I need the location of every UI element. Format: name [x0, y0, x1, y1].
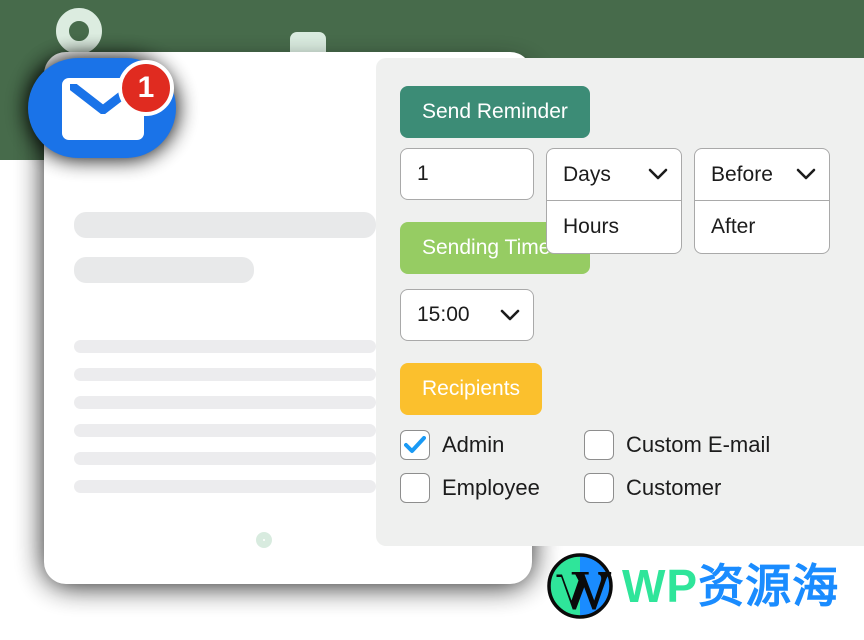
sending-time-value: 15:00 — [417, 303, 470, 326]
time-unit-selected-option[interactable]: Days — [547, 149, 681, 201]
doc-placeholder-line — [74, 368, 376, 381]
doc-placeholder-line — [74, 340, 376, 353]
watermark-wp-text: WP — [622, 560, 699, 612]
time-unit-option-hours[interactable]: Hours — [547, 201, 681, 253]
checkbox-item-customer[interactable]: Customer — [584, 473, 721, 503]
wordpress-logo-icon — [547, 553, 613, 619]
watermark-cn-text: 资源海 — [698, 560, 840, 612]
time-unit-selected-label: Days — [563, 162, 611, 186]
doc-placeholder-line — [74, 396, 376, 409]
doc-placeholder-line — [74, 452, 376, 465]
watermark: WP资源海 — [546, 552, 839, 620]
checkbox-label-custom-email: Custom E-mail — [626, 432, 771, 457]
mail-badge-count: 1 — [118, 60, 174, 116]
time-unit-option-label: Hours — [563, 215, 620, 238]
checkbox-label-customer: Customer — [626, 475, 722, 500]
send-reminder-button[interactable]: Send Reminder — [400, 86, 590, 138]
time-unit-dropdown[interactable]: Days Hours — [546, 148, 682, 254]
chevron-down-icon — [796, 168, 816, 180]
screenshot-root: 1 Send Reminder 1 Days Hours Before Afte… — [0, 0, 864, 640]
doc-placeholder-line — [74, 424, 376, 437]
before-after-option-after[interactable]: After — [695, 201, 829, 253]
checkbox-admin[interactable] — [400, 430, 430, 460]
checkbox-label-admin: Admin — [442, 432, 505, 457]
doc-placeholder-line — [74, 480, 376, 493]
checkbox-customer[interactable] — [584, 473, 614, 503]
before-after-dropdown[interactable]: Before After — [694, 148, 830, 254]
checkbox-item-custom-email[interactable]: Custom E-mail — [584, 430, 770, 460]
decor-ring-icon — [56, 8, 102, 54]
reminder-amount-input[interactable]: 1 — [400, 148, 534, 200]
sending-time-select[interactable]: 15:00 — [400, 289, 534, 341]
before-after-selected-option[interactable]: Before — [695, 149, 829, 201]
doc-placeholder-bar — [74, 257, 254, 283]
before-after-option-label: After — [711, 215, 756, 238]
recipients-checkbox-grid: Admin Custom E-mail Employee Customer — [400, 430, 820, 516]
recipients-row: Employee Customer — [400, 473, 820, 503]
checkbox-item-employee[interactable]: Employee — [400, 473, 584, 503]
checkbox-label-employee: Employee — [442, 475, 540, 500]
checkbox-employee[interactable] — [400, 473, 430, 503]
watermark-text: WP资源海 — [622, 563, 839, 609]
check-icon — [404, 436, 426, 453]
reminder-settings-panel: Send Reminder 1 Days Hours Before After — [376, 58, 864, 546]
checkbox-item-admin[interactable]: Admin — [400, 430, 584, 460]
doc-placeholder-bar — [74, 212, 376, 238]
recipients-row: Admin Custom E-mail — [400, 430, 820, 460]
chevron-down-icon — [648, 168, 668, 180]
decor-ring-small-icon — [256, 532, 272, 548]
checkbox-custom-email[interactable] — [584, 430, 614, 460]
recipients-button[interactable]: Recipients — [400, 363, 543, 415]
chevron-down-icon — [500, 309, 520, 320]
before-after-selected-label: Before — [711, 162, 773, 186]
backdrop-right-block — [376, 0, 864, 58]
